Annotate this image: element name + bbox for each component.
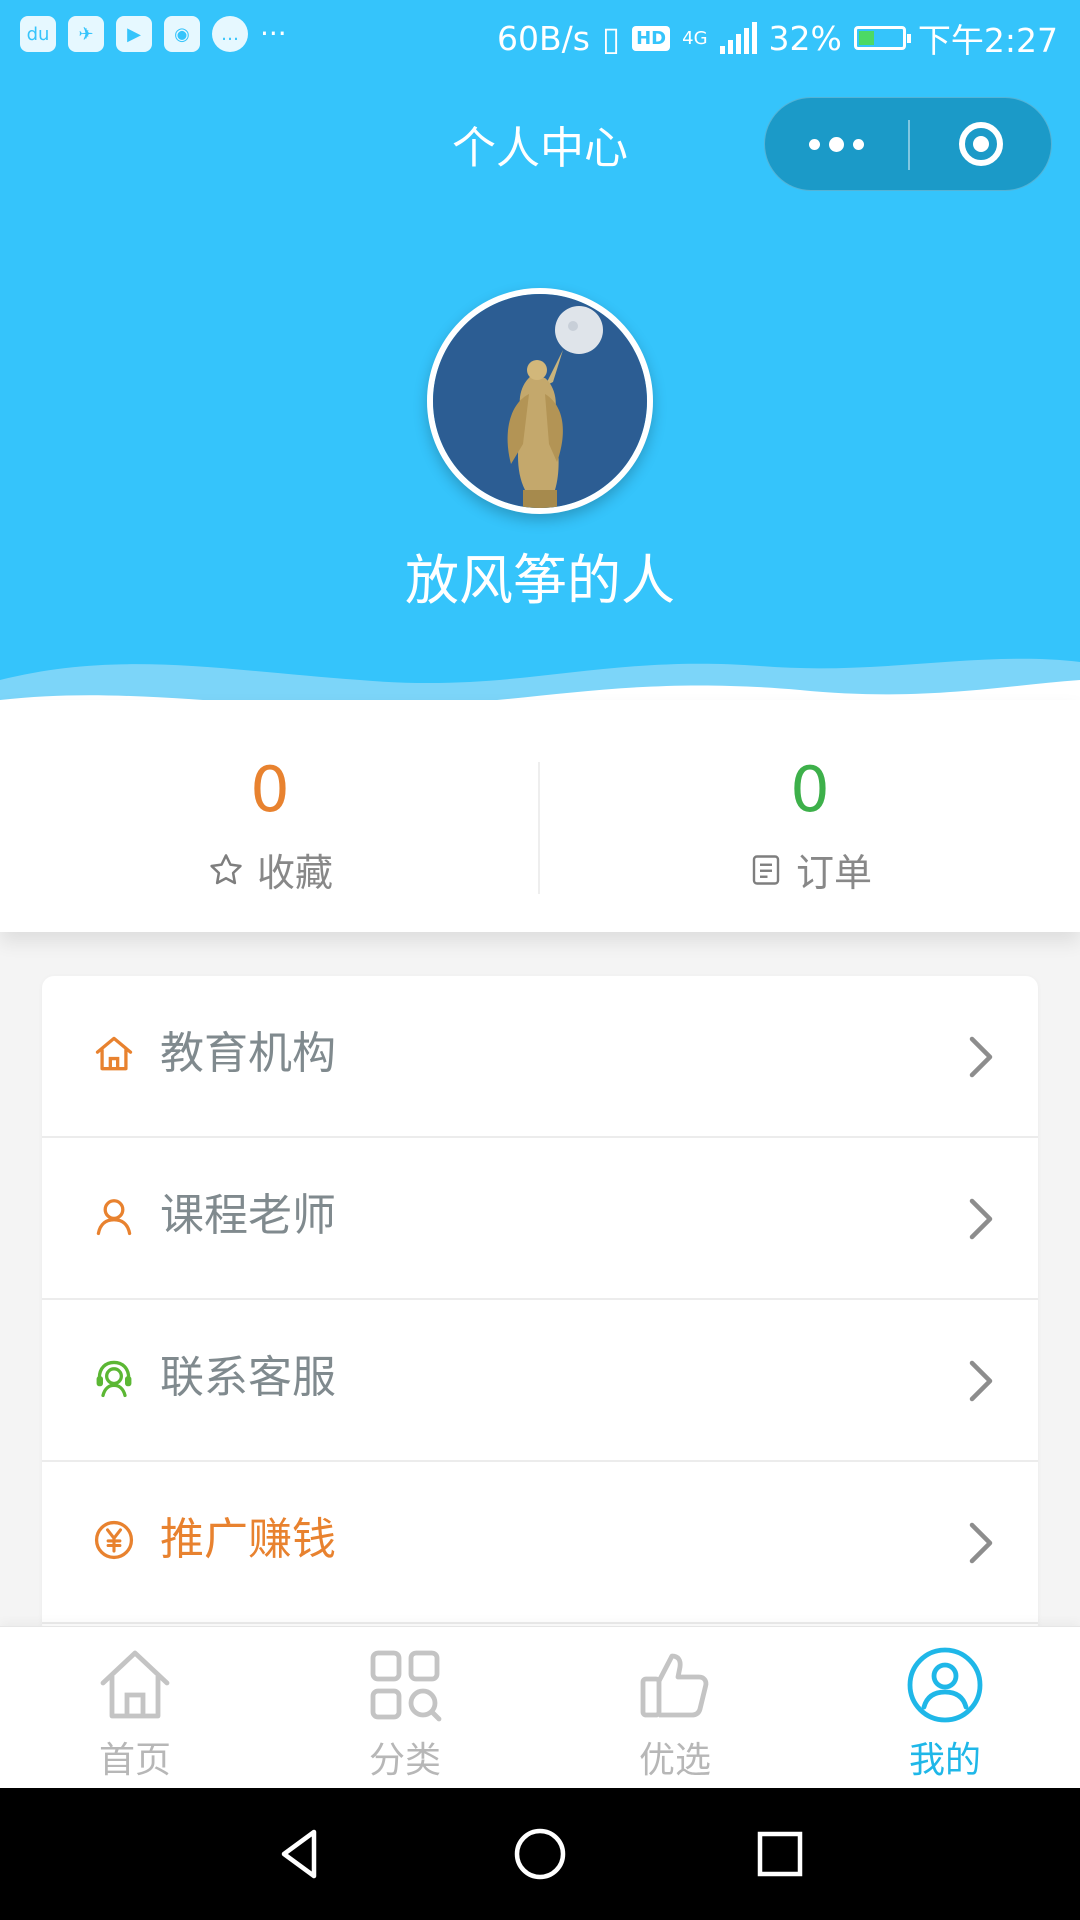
recent-apps-icon[interactable] [750, 1824, 810, 1884]
vibrate-icon: ▯ [601, 18, 621, 58]
profile-header: du ✈ ▶ ◉ … ··· 60B/s ▯ HD 4G 32% 下午2:27 … [0, 0, 1080, 740]
chevron-right-icon [969, 1036, 993, 1078]
menu-item-education-institution[interactable]: 教育机构 [42, 976, 1038, 1138]
username: 放风筝的人 [405, 549, 675, 612]
network-type: 4G [682, 27, 708, 49]
menu-label: 联系客服 [160, 1352, 336, 1403]
angel-statue-avatar [433, 294, 647, 508]
battery-percent: 32% [768, 18, 842, 58]
notification-icons: du ✈ ▶ ◉ … ··· [20, 16, 287, 52]
favorites-count: 0 [250, 753, 290, 826]
tab-category[interactable]: 分类 [270, 1627, 540, 1789]
user-circle-icon [907, 1647, 983, 1723]
stats-panel: 0 收藏 0 订单 [0, 700, 1080, 932]
order-list-icon [752, 854, 780, 885]
category-grid-icon [370, 1650, 442, 1722]
menu-list: 教育机构 课程老师 联系客服 推广赚钱 [42, 976, 1038, 1636]
home-icon [100, 1650, 170, 1719]
chevron-right-icon [969, 1198, 993, 1240]
yen-coin-icon [94, 1520, 134, 1560]
tab-home[interactable]: 首页 [0, 1627, 270, 1789]
clock: 下午2:27 [917, 21, 1058, 60]
bird-icon: ✈ [68, 16, 104, 52]
tab-featured[interactable]: 优选 [540, 1627, 810, 1789]
menu-label: 教育机构 [160, 1028, 336, 1079]
close-miniprogram-icon[interactable] [910, 98, 1051, 190]
menu-label: 课程老师 [160, 1190, 336, 1241]
orders-label: 订单 [795, 851, 872, 895]
home-icon [95, 1036, 133, 1071]
home-circle-icon[interactable] [510, 1824, 570, 1884]
chat-icon: … [212, 16, 248, 52]
baidu-icon: du [20, 16, 56, 52]
tab-label: 我的 [908, 1740, 981, 1781]
android-nav-bar [0, 1788, 1080, 1920]
orders-label-row: 订单 [540, 842, 1080, 897]
favorites-stat[interactable]: 0 收藏 [0, 700, 540, 932]
chevron-right-icon [969, 1360, 993, 1402]
system-status: 60B/s ▯ HD 4G 32% 下午2:27 [497, 14, 1058, 62]
orders-count: 0 [790, 753, 830, 826]
avatar[interactable] [427, 288, 653, 514]
favorites-label-row: 收藏 [0, 842, 540, 897]
miniprogram-capsule [764, 97, 1052, 191]
network-speed: 60B/s [496, 18, 590, 58]
hd-badge: HD [632, 25, 671, 51]
menu-label: 推广赚钱 [160, 1514, 336, 1565]
orders-stat[interactable]: 0 订单 [540, 700, 1080, 932]
more-notifications: ··· [260, 17, 287, 50]
battery-icon [853, 26, 911, 50]
thumbs-up-icon [640, 1653, 709, 1718]
bottom-tab-bar: 首页 分类 优选 我的 [0, 1626, 1080, 1789]
video-icon: ▶ [116, 16, 152, 52]
status-bar: du ✈ ▶ ◉ … ··· 60B/s ▯ HD 4G 32% 下午2:27 [0, 0, 1080, 72]
tab-label: 首页 [98, 1740, 171, 1781]
favorites-label: 收藏 [256, 851, 333, 895]
star-icon [210, 853, 242, 884]
menu-item-promote-earn[interactable]: 推广赚钱 [42, 1462, 1038, 1624]
camera-icon: ◉ [164, 16, 200, 52]
tab-label: 分类 [368, 1740, 441, 1781]
tab-mine[interactable]: 我的 [810, 1627, 1080, 1789]
tab-label: 优选 [638, 1740, 711, 1781]
more-icon[interactable] [765, 98, 908, 190]
back-icon[interactable] [270, 1824, 330, 1884]
menu-item-customer-service[interactable]: 联系客服 [42, 1300, 1038, 1462]
person-icon [96, 1199, 132, 1236]
menu-item-course-teacher[interactable]: 课程老师 [42, 1138, 1038, 1300]
customer-service-icon [96, 1360, 132, 1398]
chevron-right-icon [969, 1522, 993, 1564]
signal-icon [719, 22, 757, 54]
